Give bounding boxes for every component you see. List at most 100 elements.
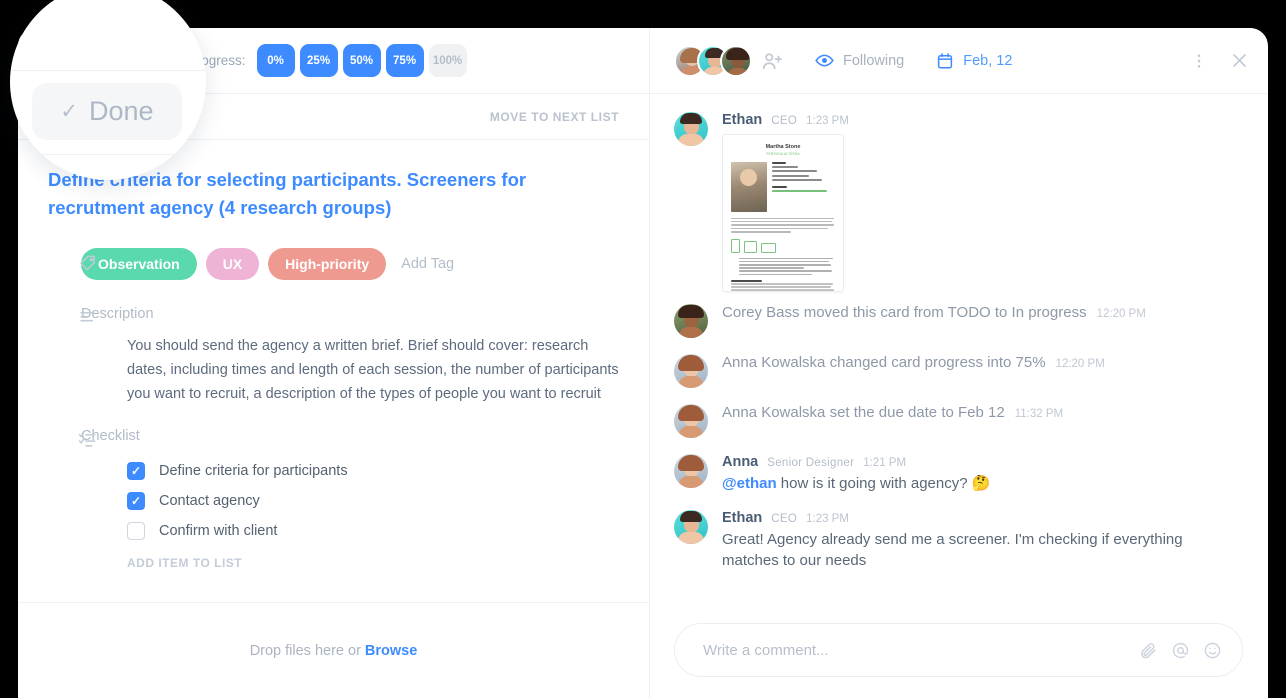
checklist-section: Checklist Define criteria for participan… [48, 428, 619, 570]
comment-composer[interactable] [674, 623, 1243, 677]
file-dropzone[interactable]: Drop files here or Browse [18, 602, 649, 698]
check-icon: ✓ [94, 52, 105, 68]
avatar[interactable] [720, 44, 752, 77]
author-name: Ethan [722, 112, 763, 128]
avatar[interactable] [674, 404, 708, 438]
attachment-bullets [731, 257, 835, 276]
tags-row: Observation UX High-priority Add Tag [48, 248, 619, 280]
attachment-thumbnail[interactable]: Martha Stone PERSONA ALTERNA [722, 134, 844, 292]
checklist-checkbox[interactable] [127, 462, 145, 480]
add-checklist-item-button[interactable]: ADD ITEM TO LIST [81, 556, 619, 570]
due-date-button[interactable]: Feb, 12 [936, 52, 1012, 70]
description-heading: Description [81, 306, 154, 322]
move-to-next-list-button[interactable]: MOVE TO NEXT LIST [490, 110, 619, 124]
description-section: Description You should send the agency a… [48, 306, 619, 406]
member-avatars [674, 44, 783, 77]
author-name: Anna [722, 454, 759, 470]
more-options-icon[interactable] [1190, 52, 1208, 70]
attachment-paperclip-icon[interactable] [1139, 641, 1158, 660]
timestamp: 11:32 PM [1014, 408, 1064, 420]
feed-item-body: Ethan CEO 1:23 PM Great! Agency already … [722, 510, 1243, 571]
activity-text: Corey Bass moved this card from TODO to … [722, 304, 1087, 321]
feed-item-comment: Ethan CEO 1:23 PM Great! Agency already … [674, 510, 1243, 571]
attachment-photo [731, 161, 767, 212]
feed-item-activity: Corey Bass moved this card from TODO to … [674, 304, 1243, 338]
browse-files-link[interactable]: Browse [365, 643, 417, 659]
comment-input[interactable] [703, 641, 1139, 659]
timestamp: 1:23 PM [806, 513, 849, 525]
comment-composer-area [650, 602, 1267, 698]
progress-label: Progress: [187, 53, 246, 68]
progress-option-75[interactable]: 75% [385, 44, 424, 77]
attachment-device-icons [731, 238, 835, 253]
app-root: ✓ Done Progress: 0% 25% 50% 75% 100% In … [0, 0, 1286, 698]
feed-item-comment: Anna Senior Designer 1:21 PM @ethan how … [674, 454, 1243, 494]
attachment-subtitle: PERSONA ALTERNA [766, 151, 800, 156]
emoji-smiley-icon[interactable] [1203, 641, 1222, 660]
comment-body: how is it going with agency? [776, 475, 972, 492]
progress-option-0[interactable]: 0% [256, 44, 295, 77]
following-label: Following [843, 52, 905, 69]
feed-item-attachment: Ethan CEO 1:23 PM Martha Stone PERSONA A… [674, 112, 1243, 292]
progress-option-50[interactable]: 50% [342, 44, 381, 77]
thinking-emoji-icon: 🤔 [971, 475, 991, 492]
mention-at-icon[interactable] [1171, 641, 1190, 660]
checklist-item: Contact agency [127, 486, 649, 516]
description-lines-icon [78, 308, 100, 332]
description-text: You should send the agency a written bri… [127, 338, 619, 402]
tag-high-priority[interactable]: High-priority [268, 248, 387, 280]
avatar[interactable] [674, 454, 708, 488]
checklist-checkbox[interactable] [127, 492, 145, 510]
dropzone-text: Drop files here or [249, 642, 361, 659]
progress-option-25[interactable]: 25% [299, 44, 338, 77]
add-person-icon[interactable] [761, 50, 783, 72]
feed-item-activity: Anna Kowalska changed card progress into… [674, 354, 1243, 388]
checklist-item-label: Define criteria for participants [159, 463, 348, 479]
avatar[interactable] [674, 304, 708, 338]
author-name: Ethan [722, 510, 763, 526]
attachment-footer-text [731, 280, 835, 291]
progress-option-100[interactable]: 100% [428, 44, 467, 77]
checklist-checkbox[interactable] [127, 522, 145, 540]
avatar[interactable] [674, 354, 708, 388]
feed-item-activity: Anna Kowalska set the due date to Feb 12… [674, 404, 1243, 438]
activity-text: Anna Kowalska changed card progress into… [722, 354, 1046, 371]
timestamp: 12:20 PM [1096, 308, 1146, 320]
avatar[interactable] [674, 112, 708, 146]
checklist-heading: Checklist [81, 428, 140, 444]
author-role: Senior Designer [767, 457, 855, 469]
phone-icon [731, 238, 740, 253]
checklist-item-label: Contact agency [159, 493, 260, 509]
close-icon[interactable] [1230, 51, 1249, 70]
feed-item-body: Anna Senior Designer 1:21 PM @ethan how … [722, 454, 1243, 494]
card-toolbar: ✓ Done Progress: 0% 25% 50% 75% 100% [18, 28, 649, 94]
comment-text: Great! Agency already send me a screener… [722, 531, 1183, 569]
attachment-top-block [731, 161, 835, 212]
tag-ux[interactable]: UX [205, 248, 260, 280]
feed-item-meta: Ethan CEO 1:23 PM [722, 112, 1243, 128]
composer-icons [1139, 641, 1222, 660]
avatar[interactable] [674, 510, 708, 544]
author-role: CEO [771, 115, 798, 127]
activity-text: Anna Kowalska set the due date to Feb 12 [722, 404, 1005, 421]
card-detail-modal: ✓ Done Progress: 0% 25% 50% 75% 100% In … [18, 28, 1268, 698]
following-toggle[interactable]: Following [815, 51, 904, 70]
add-tag-button[interactable]: Add Tag [401, 256, 454, 272]
done-button[interactable]: ✓ Done [80, 43, 166, 78]
attachment-quote-block [772, 186, 835, 193]
activity-line: Anna Kowalska changed card progress into… [722, 354, 1105, 388]
feed-item-body: Ethan CEO 1:23 PM Martha Stone PERSONA A… [722, 112, 1243, 292]
activity-feed: Ethan CEO 1:23 PM Martha Stone PERSONA A… [650, 94, 1267, 602]
checklist-item: Define criteria for participants ✕ [127, 456, 649, 486]
activity-header: Following Feb, 12 [650, 28, 1267, 94]
timestamp: 12:20 PM [1055, 358, 1105, 370]
calendar-icon [936, 52, 954, 70]
checklist-item: Confirm with client ✕ [127, 516, 649, 546]
comment-text: @ethan how is it going with agency? 🤔 [722, 473, 1243, 494]
page-title: Define criteria for selecting participan… [48, 169, 527, 218]
mention-link[interactable]: @ethan [722, 475, 777, 492]
feed-item-meta: Anna Senior Designer 1:21 PM [722, 454, 1243, 470]
author-role: CEO [771, 513, 798, 525]
checklist: Define criteria for participants ✕ Conta… [81, 456, 619, 546]
timestamp: 1:21 PM [863, 457, 907, 469]
